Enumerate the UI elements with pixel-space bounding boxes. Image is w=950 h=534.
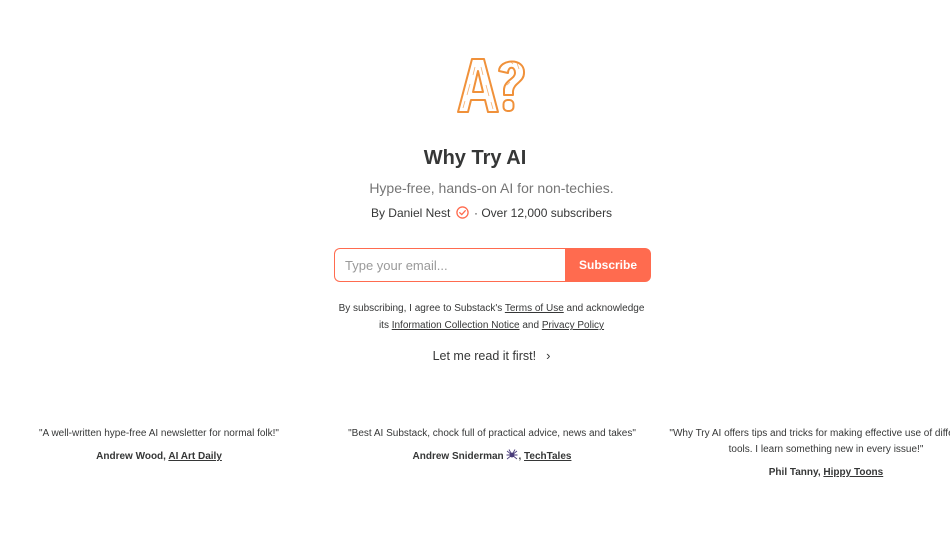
byline: By Daniel Nest · Over 12,000 subscribers — [0, 206, 950, 220]
subscribe-form: Subscribe — [334, 248, 651, 282]
testimonial: "Why Try AI offers tips and tricks for m… — [666, 426, 950, 481]
publication-title: Why Try AI — [423, 147, 527, 169]
testimonial: "Best AI Substack, chock full of practic… — [334, 426, 650, 465]
read-first-label: Let me read it first! — [432, 349, 537, 363]
testimonial-author: Phil Tanny, Hippy Toons — [768, 467, 884, 478]
testimonial-author: Andrew Wood, AI Art Daily — [96, 451, 222, 462]
publication-subtitle: Hype-free, hands-on AI for non-techies. — [369, 180, 614, 196]
chevron-right-icon: › — [546, 348, 551, 363]
testimonial-source-link[interactable]: TechTales — [524, 451, 571, 462]
testimonial-author: Andrew Sniderman , TechTales — [412, 449, 572, 462]
spider-icon — [506, 449, 518, 460]
testimonial-source-link[interactable]: AI Art Daily — [168, 451, 222, 462]
read-first-link[interactable]: Let me read it first! › — [0, 348, 950, 363]
testimonial-quote: "Why Try AI offers tips and tricks for m… — [669, 428, 950, 455]
testimonial: "A well-written hype-free AI newsletter … — [18, 426, 300, 465]
author-name[interactable]: By Daniel Nest — [371, 206, 450, 220]
publication-logo — [457, 58, 526, 113]
terms-notice: By subscribing, I agree to Substack's Te… — [338, 303, 645, 331]
information-collection-notice-link[interactable]: Information Collection Notice — [392, 320, 520, 331]
testimonial-source-link[interactable]: Hippy Toons — [823, 467, 883, 478]
testimonial-quote: "A well-written hype-free AI newsletter … — [39, 428, 279, 439]
terms-of-use-link[interactable]: Terms of Use — [505, 303, 564, 314]
verified-check-icon — [455, 206, 469, 219]
privacy-policy-link[interactable]: Privacy Policy — [542, 320, 604, 331]
testimonial-quote: "Best AI Substack, chock full of practic… — [348, 428, 636, 439]
subscribe-button[interactable]: Subscribe — [565, 248, 651, 282]
subscriber-count: · Over 12,000 subscribers — [474, 206, 613, 220]
email-input[interactable] — [334, 248, 565, 282]
